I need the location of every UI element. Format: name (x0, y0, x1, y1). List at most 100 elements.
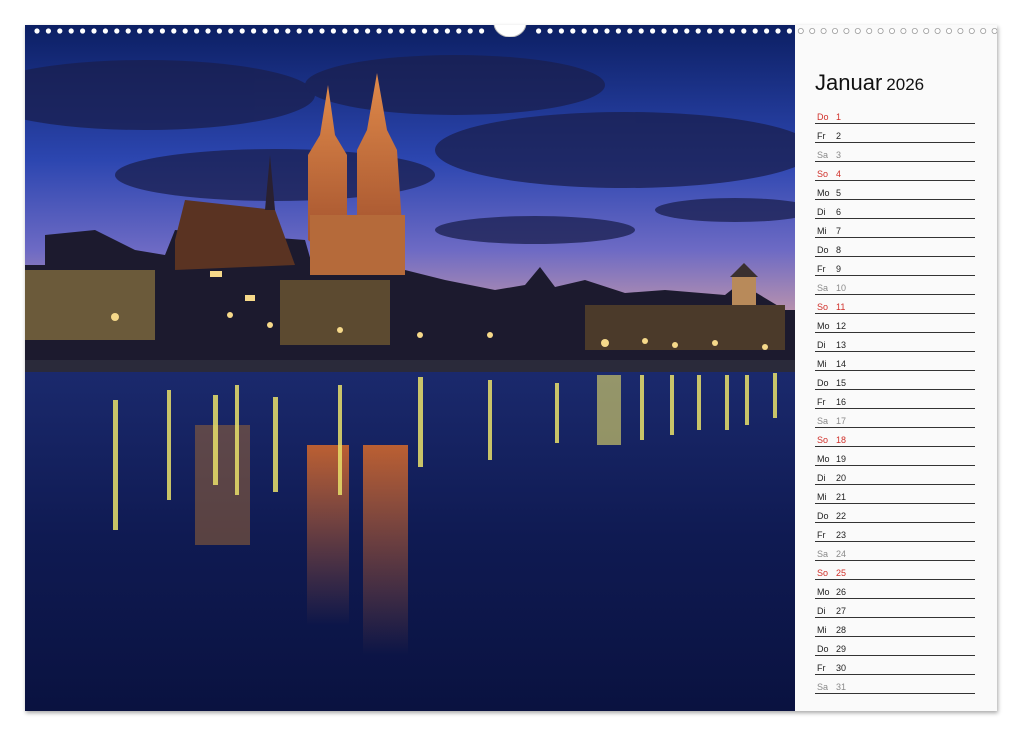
day-row: Di 27 (815, 599, 975, 618)
weekday-label: Mo (817, 321, 830, 331)
binding-hole (319, 28, 325, 34)
day-number: 22 (836, 511, 847, 521)
calendar-page: Januar 2026 Do 1 Fr 2 Sa 3 So 4 Mo 5 Di 6 Mi 7 Do 8 Fr 9 Sa… (25, 25, 997, 711)
binding-hole (604, 28, 610, 34)
binding-hole (889, 28, 896, 34)
weekday-label: So (817, 435, 829, 445)
day-row: Mo 12 (815, 314, 975, 333)
binding-hole (34, 28, 40, 34)
day-number: 5 (836, 188, 842, 198)
binding-hole (718, 28, 724, 34)
binding-hole (194, 28, 200, 34)
binding-hole (957, 28, 964, 34)
binding-hole (729, 28, 736, 34)
binding-hole (45, 28, 51, 34)
day-number: 30 (836, 663, 847, 673)
binding-hole (273, 28, 279, 34)
day-number: 19 (836, 454, 847, 464)
binding-hole (171, 28, 177, 34)
day-number: 26 (836, 587, 847, 597)
weekday-label: Di (817, 606, 826, 616)
day-number: 20 (836, 473, 847, 483)
weekday-label: Mo (817, 454, 830, 464)
day-row: Di 20 (815, 466, 975, 485)
binding-hole (877, 28, 884, 34)
day-row: Mi 14 (815, 352, 975, 371)
weekday-label: Sa (817, 549, 829, 559)
weekday-label: Sa (817, 283, 829, 293)
day-row: So 25 (815, 561, 975, 580)
weekday-label: So (817, 568, 829, 578)
binding-hole (707, 28, 713, 34)
weekday-label: Do (817, 112, 829, 122)
day-row: Do 22 (815, 504, 975, 523)
day-number: 6 (836, 207, 842, 217)
day-row: Mo 26 (815, 580, 975, 599)
weekday-label: Do (817, 644, 829, 654)
day-row: Mi 28 (815, 618, 975, 637)
weekday-label: Fr (817, 397, 826, 407)
day-row: Mo 5 (815, 181, 975, 200)
day-number: 28 (836, 625, 847, 635)
binding-hole (262, 28, 268, 34)
day-number: 8 (836, 245, 842, 255)
day-row: Do 15 (815, 371, 975, 390)
weekday-label: Mi (817, 226, 827, 236)
binding-hole (444, 28, 450, 34)
day-row: Do 1 (815, 105, 975, 124)
calendar-side-panel: Januar 2026 Do 1 Fr 2 Sa 3 So 4 Mo 5 Di 6 Mi 7 Do 8 Fr 9 Sa… (795, 25, 997, 711)
binding-hole (832, 28, 839, 34)
day-number: 21 (836, 492, 847, 502)
binding-hole (854, 28, 861, 34)
day-number: 10 (836, 283, 847, 293)
day-number: 15 (836, 378, 847, 388)
binding-hole (80, 28, 86, 34)
binding-hole (547, 28, 553, 34)
weekday-label: Mi (817, 625, 827, 635)
binding-hole (809, 28, 816, 34)
binding-hole (661, 28, 667, 34)
day-row: So 18 (815, 428, 975, 447)
binding-hole (410, 28, 416, 34)
day-number: 4 (836, 169, 842, 179)
binding-hole (684, 28, 690, 34)
binding-hole (934, 28, 941, 34)
binding-hole (376, 28, 382, 34)
weekday-label: Fr (817, 663, 826, 673)
day-number: 14 (836, 359, 847, 369)
binding-hole (68, 28, 74, 34)
weekday-label: Do (817, 511, 829, 521)
binding-hole (558, 28, 565, 34)
day-number: 23 (836, 530, 847, 540)
day-row: So 4 (815, 162, 975, 181)
binding-hole (205, 28, 211, 34)
day-number: 24 (836, 549, 847, 559)
binding-hole (57, 28, 63, 34)
binding-hole (228, 28, 234, 34)
day-row: Mo 19 (815, 447, 975, 466)
weekday-label: Di (817, 340, 826, 350)
binding-hole (797, 28, 804, 34)
day-row: Sa 10 (815, 276, 975, 295)
binding-hole (102, 28, 108, 34)
binding-hole (296, 28, 302, 34)
cathedral-night-photo (25, 25, 795, 711)
day-row: Fr 16 (815, 390, 975, 409)
binding-hole (593, 28, 599, 34)
weekday-label: Fr (817, 264, 826, 274)
day-row: Fr 9 (815, 257, 975, 276)
month-heading: Januar 2026 (815, 70, 924, 96)
binding-hole (946, 28, 953, 34)
binding-hole (991, 28, 997, 34)
weekday-label: Sa (817, 416, 829, 426)
weekday-label: Mo (817, 587, 830, 597)
binding-hole (923, 28, 930, 34)
day-row: Sa 31 (815, 675, 975, 694)
day-number: 27 (836, 606, 847, 616)
binding-hole (479, 28, 485, 34)
binding-hole (91, 28, 97, 34)
binding-hole (239, 28, 245, 34)
binding-hole (216, 28, 222, 34)
day-number: 16 (836, 397, 847, 407)
day-number: 3 (836, 150, 842, 160)
